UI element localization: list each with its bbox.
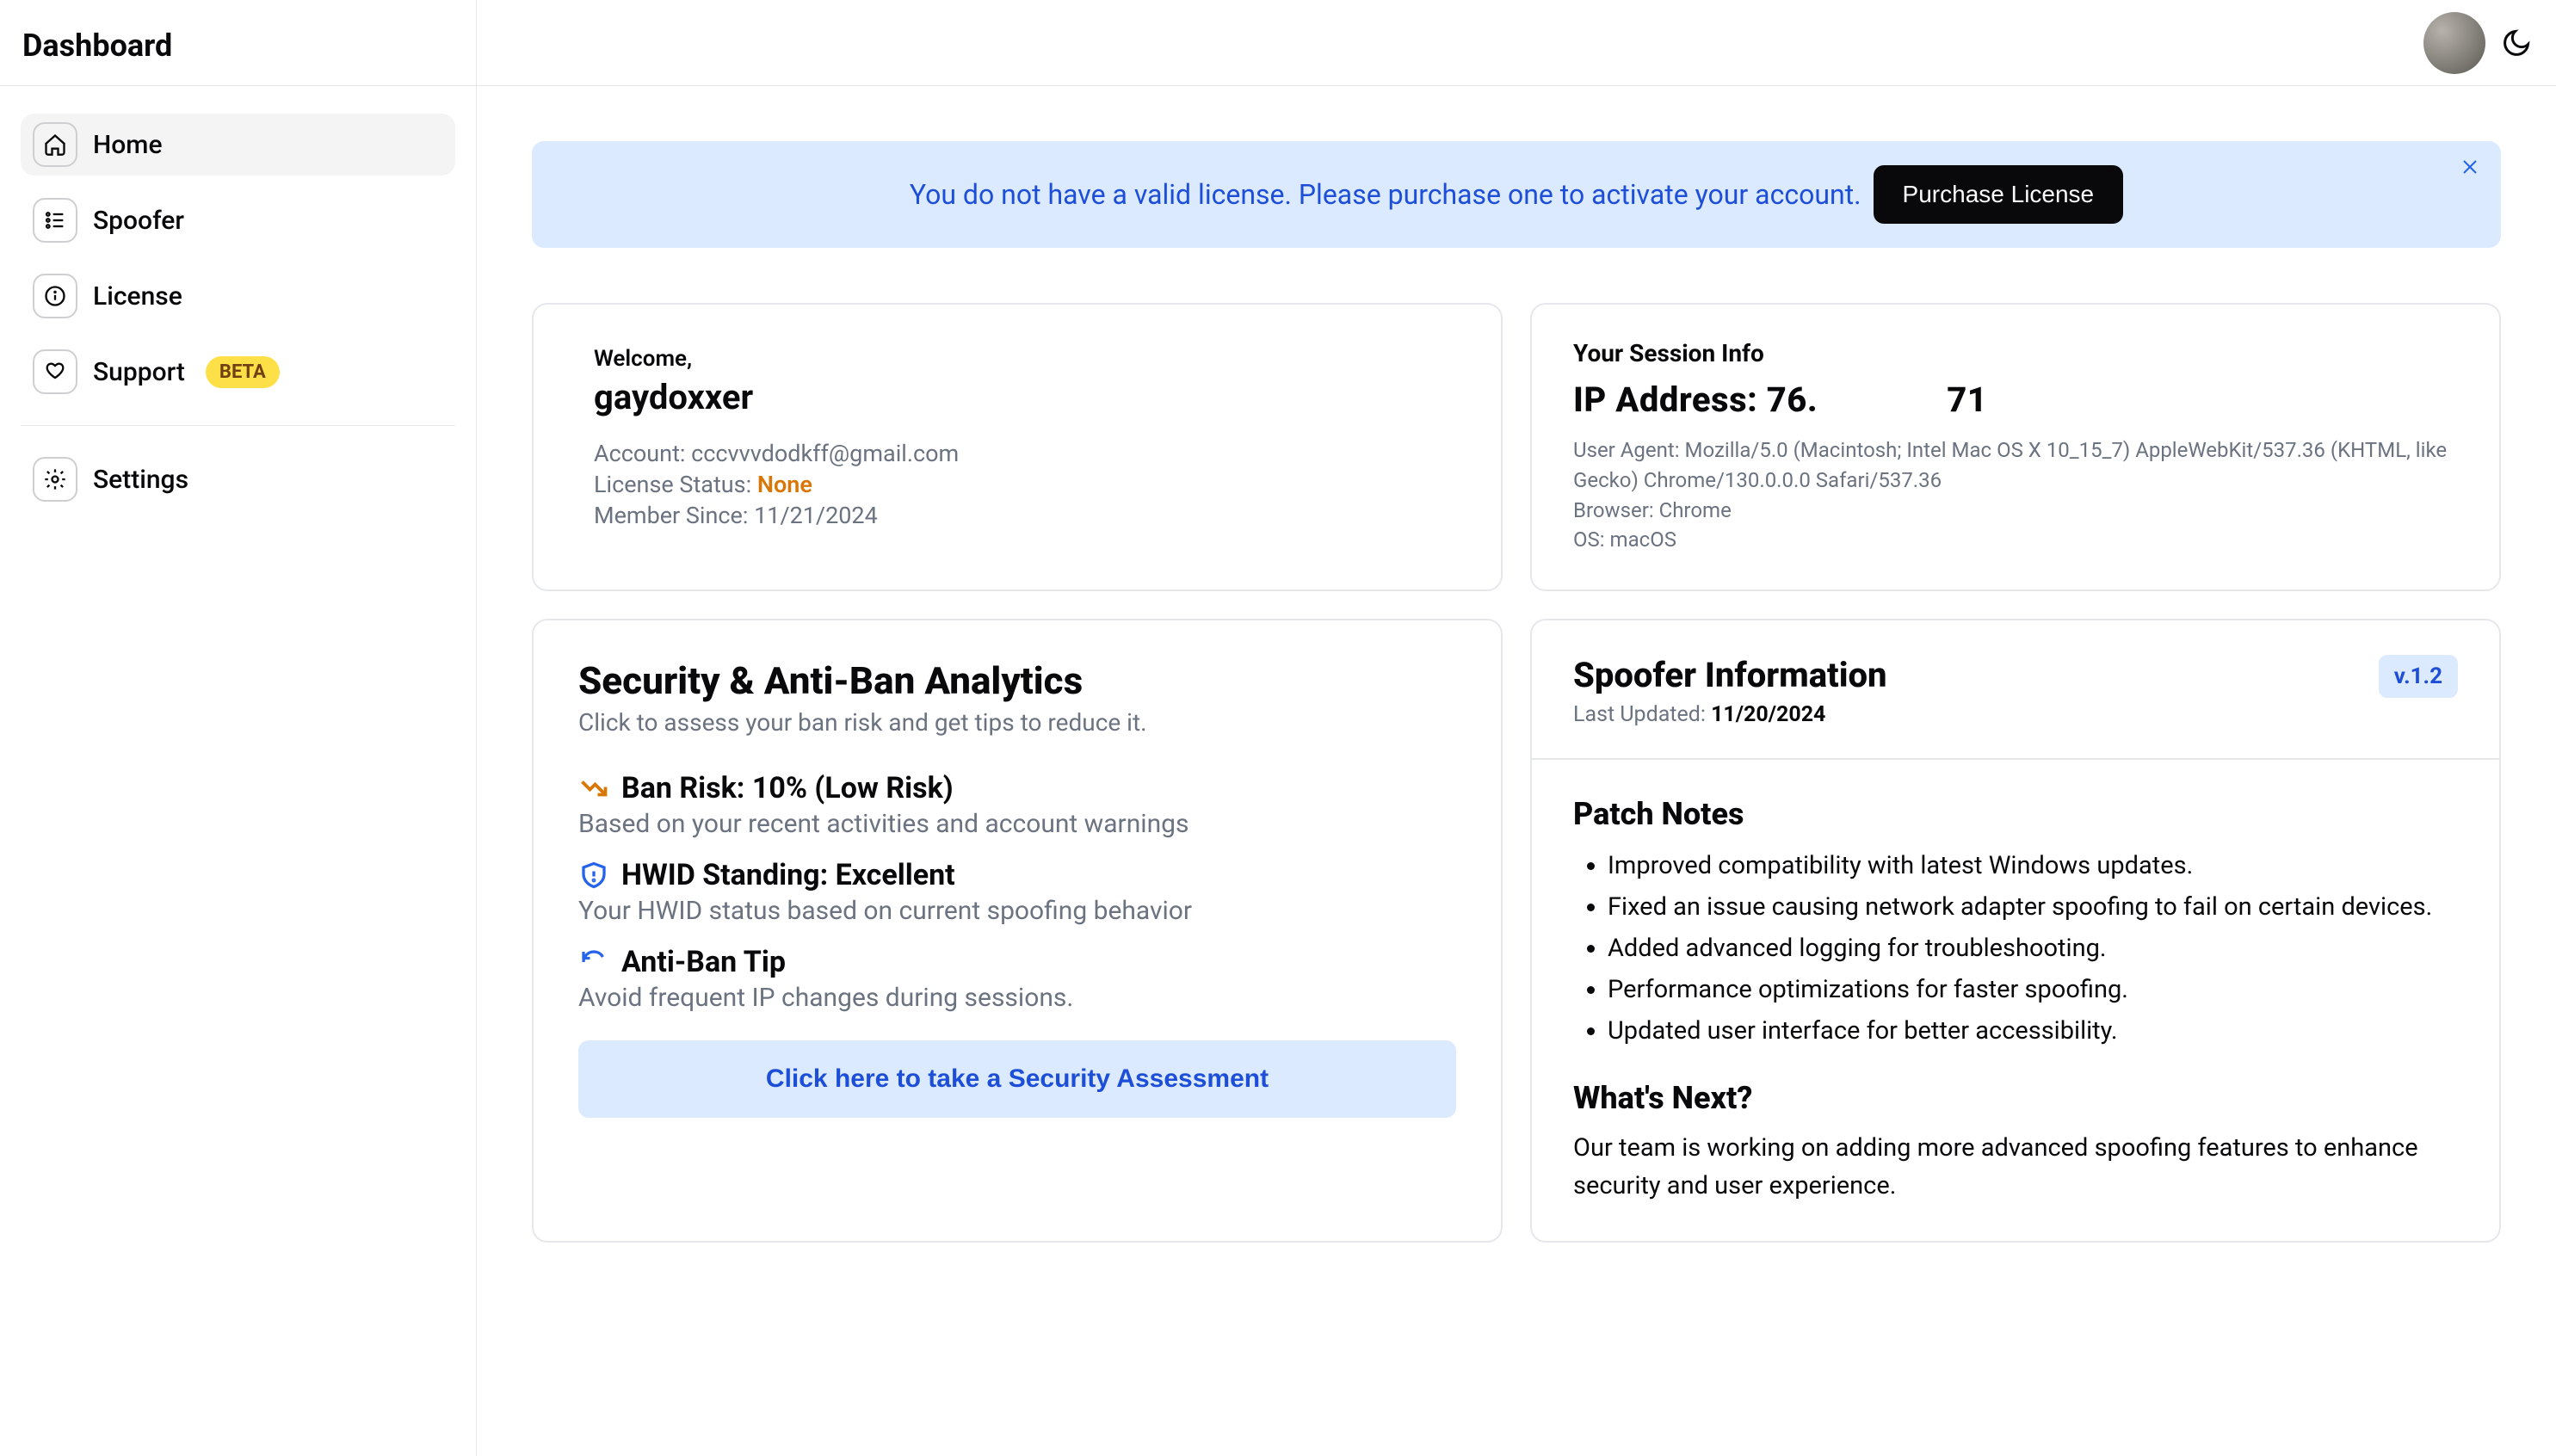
refresh-icon — [578, 947, 609, 978]
sidebar-item-label: License — [93, 281, 182, 312]
security-subtitle: Click to assess your ban risk and get ti… — [578, 708, 1456, 737]
beta-badge: BETA — [206, 356, 280, 388]
version-badge: v.1.2 — [2379, 655, 2458, 698]
patch-note-item: Performance optimizations for faster spo… — [1608, 975, 2458, 1004]
spoofer-updated: Last Updated: 11/20/2024 — [1573, 702, 1825, 727]
hwid-row: HWID Standing: Excellent Your HWID statu… — [578, 858, 1456, 926]
heart-icon — [33, 349, 77, 394]
home-icon — [33, 122, 77, 167]
avatar[interactable] — [2423, 12, 2485, 74]
moon-icon — [2501, 28, 2532, 59]
theme-toggle[interactable] — [2497, 24, 2535, 62]
patch-note-item: Updated user interface for better access… — [1608, 1016, 2458, 1046]
license-line: License Status: None — [594, 471, 1441, 498]
whats-next-title: What's Next? — [1573, 1080, 2458, 1116]
user-agent-line: User Agent: Mozilla/5.0 (Macintosh; Inte… — [1573, 435, 2458, 496]
main-content: You do not have a valid license. Please … — [477, 0, 2556, 1456]
license-banner: You do not have a valid license. Please … — [532, 141, 2501, 248]
spoofer-info-card: Spoofer Information Last Updated: 11/20/… — [1530, 619, 2501, 1243]
sidebar-item-label: Support — [93, 357, 185, 387]
sidebar-item-spoofer[interactable]: Spoofer — [21, 189, 455, 251]
account-line: Account: cccvvvdodkff@gmail.com — [594, 440, 1441, 467]
session-title: Your Session Info — [1573, 339, 2458, 367]
page-title: Dashboard — [0, 0, 476, 86]
spoofer-title: Spoofer Information — [1573, 655, 1887, 695]
sidebar-item-label: Settings — [93, 465, 188, 495]
welcome-greeting: Welcome, — [594, 346, 1441, 372]
sidebar-item-settings[interactable]: Settings — [21, 448, 455, 510]
security-assessment-button[interactable]: Click here to take a Security Assessment — [578, 1040, 1456, 1118]
whats-next-text: Our team is working on adding more advan… — [1573, 1130, 2458, 1205]
info-icon — [33, 274, 77, 318]
sidebar-divider — [21, 425, 455, 426]
anti-ban-tip-row: Anti-Ban Tip Avoid frequent IP changes d… — [578, 945, 1456, 1013]
sidebar-item-label: Home — [93, 130, 163, 160]
topbar — [477, 0, 2556, 86]
patch-notes-list: Improved compatibility with latest Windo… — [1573, 851, 2458, 1046]
banner-text: You do not have a valid license. Please … — [910, 178, 1861, 211]
username: gaydoxxer — [594, 377, 1441, 417]
sidebar-item-license[interactable]: License — [21, 265, 455, 327]
trending-down-icon — [578, 773, 609, 804]
patch-note-item: Fixed an issue causing network adapter s… — [1608, 892, 2458, 922]
patch-notes-title: Patch Notes — [1573, 796, 2458, 832]
browser-line: Browser: Chrome — [1573, 496, 2458, 526]
sidebar-item-home[interactable]: Home — [21, 114, 455, 176]
ip-address: IP Address: 76.71 — [1573, 379, 2458, 420]
list-icon — [33, 198, 77, 243]
patch-note-item: Improved compatibility with latest Windo… — [1608, 851, 2458, 880]
os-line: OS: macOS — [1573, 525, 2458, 555]
purchase-license-button[interactable]: Purchase License — [1874, 165, 2124, 224]
close-icon[interactable] — [2460, 157, 2480, 177]
security-card: Security & Anti-Ban Analytics Click to a… — [532, 619, 1503, 1243]
shield-icon — [578, 860, 609, 891]
patch-note-item: Added advanced logging for troubleshooti… — [1608, 934, 2458, 963]
ban-risk-row: Ban Risk: 10% (Low Risk) Based on your r… — [578, 771, 1456, 839]
sidebar-item-support[interactable]: Support BETA — [21, 341, 455, 403]
gear-icon — [33, 457, 77, 502]
member-since-line: Member Since: 11/21/2024 — [594, 502, 1441, 529]
session-card: Your Session Info IP Address: 76.71 User… — [1530, 303, 2501, 591]
welcome-card: Welcome, gaydoxxer Account: cccvvvdodkff… — [532, 303, 1503, 591]
sidebar-item-label: Spoofer — [93, 206, 184, 236]
security-title: Security & Anti-Ban Analytics — [578, 658, 1456, 703]
sidebar: Dashboard Home Spoofer License — [0, 0, 477, 1456]
